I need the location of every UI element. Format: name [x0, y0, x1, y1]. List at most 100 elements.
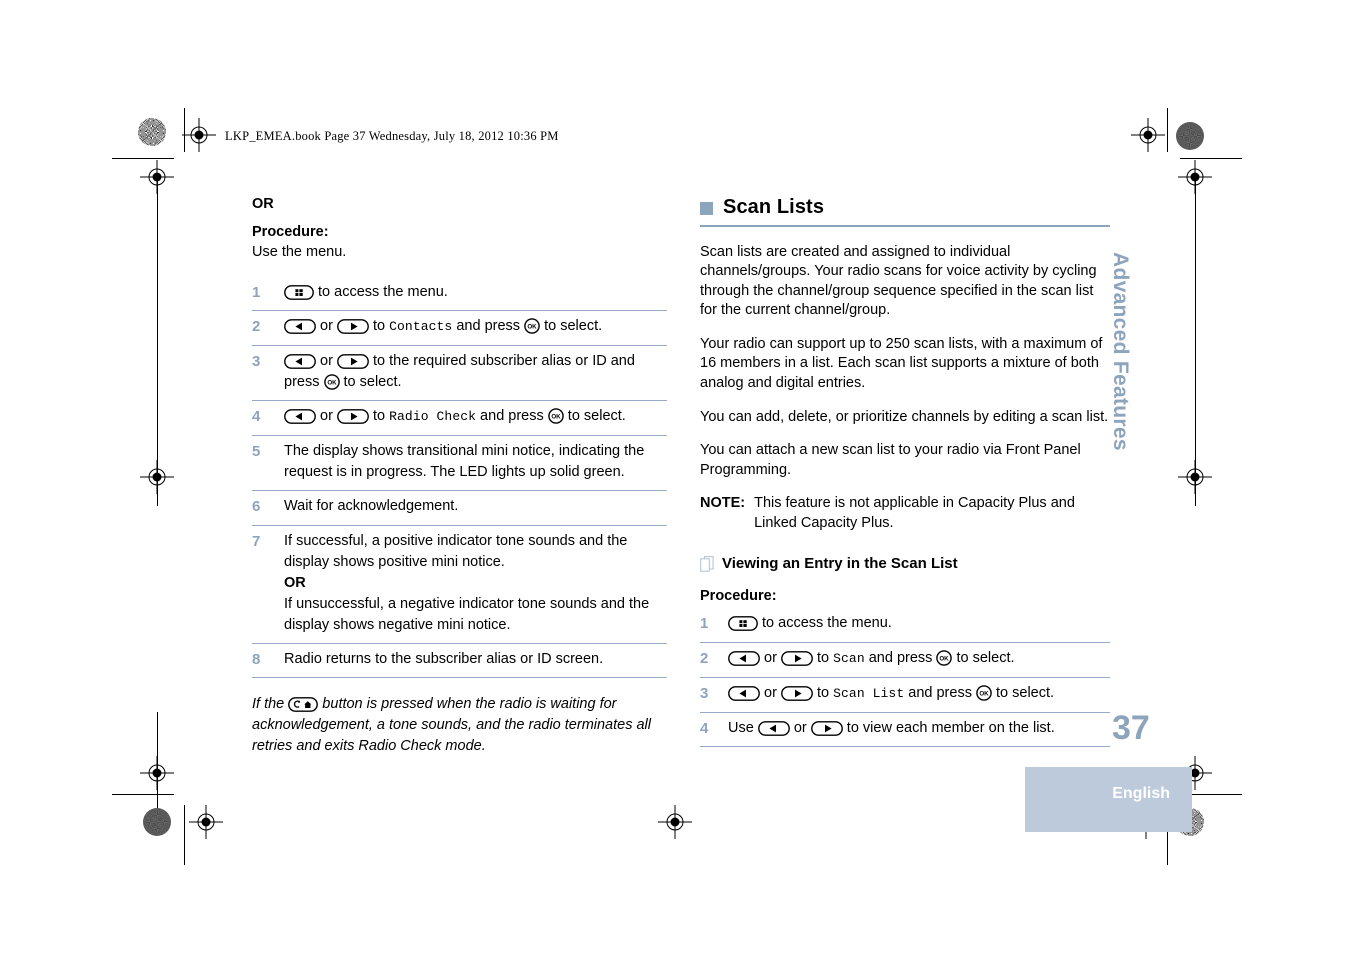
svg-text:OK: OK — [979, 690, 989, 697]
step-number: 2 — [700, 642, 726, 678]
step-text: If successful, a positive indicator tone… — [282, 525, 667, 644]
language-block: English — [1025, 767, 1192, 832]
procedure-step: 2 or to Scan and press OK to select. — [700, 642, 1110, 678]
halftone-dot-top-left — [138, 118, 166, 146]
ui-string: Scan List — [833, 685, 905, 701]
step-number: 4 — [700, 712, 726, 748]
right-arrow-key-icon — [337, 409, 369, 424]
ui-string: Radio Check — [389, 409, 477, 425]
step-text: Radio returns to the subscriber alias or… — [282, 643, 667, 679]
book-header-line: LKP_EMEA.book Page 37 Wednesday, July 18… — [225, 129, 559, 143]
procedure-intro: Use the menu. — [252, 244, 347, 260]
right-arrow-key-icon — [781, 685, 813, 701]
left-arrow-key-icon — [757, 720, 790, 736]
paragraph-1: Scan lists are created and assigned to i… — [700, 243, 1097, 319]
step-number: 3 — [252, 345, 282, 402]
left-arrow-key-icon — [284, 319, 316, 335]
crop-line-top-left-horizontal — [112, 158, 174, 159]
step-number: 8 — [252, 643, 282, 679]
procedure-step: 4 Use or to view each member on the list. — [700, 712, 1110, 748]
registration-target-top-right-inner — [1131, 118, 1165, 152]
procedure-step: 4 or to Radio Check and press OK to sele… — [252, 400, 667, 436]
right-steps-body: 1 to access the menu. 2 or to Scan and pr… — [700, 608, 1110, 748]
procedure-step: 1 to access the menu. — [252, 276, 667, 312]
right-arrow-key-icon — [781, 651, 813, 666]
side-tab-chapter-title: Advanced Features — [1109, 252, 1132, 451]
step-text: or to Scan List and press OK to select. — [726, 677, 1110, 713]
step-number: 4 — [252, 400, 282, 436]
ui-string: Contacts — [389, 319, 453, 335]
section-heading: Scan Lists — [700, 196, 1110, 219]
procedure-step: 3 or to Scan List and press OK to select… — [700, 677, 1110, 713]
left-arrow-key-icon — [728, 685, 760, 701]
subsection-heading: Viewing an Entry in the Scan List — [700, 555, 1110, 576]
svg-text:OK: OK — [551, 414, 561, 421]
ok-key-icon: OK — [547, 408, 564, 424]
procedure-step: 6 Wait for acknowledgement. — [252, 490, 667, 526]
stacked-pages-icon — [700, 556, 714, 577]
right-column: Scan Lists Scan lists are created and as… — [700, 196, 1110, 748]
back-home-key-icon — [288, 697, 319, 713]
step-text: to access the menu. — [726, 608, 1110, 644]
left-arrow-key-icon — [284, 409, 316, 424]
right-arrow-key-icon — [810, 720, 843, 736]
registration-target-right-middle — [1178, 460, 1212, 494]
registration-target-left-middle — [140, 460, 174, 494]
crop-line-top-right-vertical — [1167, 108, 1168, 152]
menu-key-icon — [284, 284, 314, 300]
halftone-dot-top-right — [1176, 122, 1204, 150]
language-label: English — [1112, 785, 1170, 802]
procedure-step: 2 or to Contacts and press OK to select. — [252, 310, 667, 347]
left-arrow-key-icon — [728, 651, 760, 666]
section-bullet-icon — [700, 202, 713, 215]
crop-line-bottom-left-horizontal — [112, 794, 174, 795]
step-text: or to Radio Check and press OK to select… — [282, 400, 667, 436]
left-column: OR Procedure: Use the menu. 1 to access … — [252, 196, 667, 758]
left-procedure-steps: 1 to access the menu. 2 or to Contacts an… — [252, 276, 667, 679]
crop-line-right-vertical — [1195, 176, 1196, 506]
registration-target-bottom-left-inner — [189, 805, 223, 839]
ui-string: Scan — [833, 651, 865, 667]
section-heading-rule — [700, 225, 1110, 227]
right-arrow-key-icon — [337, 354, 369, 369]
menu-key-icon — [728, 616, 758, 632]
paragraph-4: You can attach a new scan list to your r… — [700, 442, 1081, 478]
procedure-step: 3 or to the required subscriber alias or… — [252, 345, 667, 402]
crop-line-top-left-vertical — [184, 108, 185, 152]
step-text: to access the menu. — [282, 276, 667, 312]
ok-key-icon: OK — [524, 318, 540, 335]
right-procedure-steps: 1 to access the menu. 2 or to Scan and pr… — [700, 608, 1110, 748]
step-text: or to Scan and press OK to select. — [726, 642, 1110, 678]
step-number: 5 — [252, 435, 282, 491]
procedure-label: Procedure: — [252, 224, 329, 240]
step-text: Use or to view each member on the list. — [726, 712, 1110, 748]
ok-key-icon: OK — [936, 650, 953, 666]
step-number: 7 — [252, 525, 282, 644]
paragraph-3: You can add, delete, or prioritize chann… — [700, 408, 1109, 425]
svg-text:OK: OK — [527, 324, 537, 331]
ok-key-icon: OK — [976, 685, 992, 701]
step-text: The display shows transitional mini noti… — [282, 435, 667, 491]
or-label: OR — [252, 196, 274, 212]
crop-line-left-vertical — [157, 176, 158, 506]
note-text: This feature is not applicable in Capaci… — [754, 495, 1075, 531]
procedure-step: 7 If successful, a positive indicator ton… — [252, 525, 667, 644]
paragraph-2: Your radio can support up to 250 scan li… — [700, 335, 1103, 391]
radio-check-italic-note: If the button is pressed when the radio … — [252, 696, 651, 755]
left-steps-body: 1 to access the menu. 2 or to Contacts an… — [252, 276, 667, 679]
subsection-heading-text: Viewing an Entry in the Scan List — [722, 555, 958, 573]
halftone-dot-bottom-left — [143, 808, 171, 836]
note-label: NOTE: — [700, 495, 746, 512]
svg-text:OK: OK — [940, 656, 950, 663]
page-number: 37 — [1112, 709, 1150, 747]
section-heading-text: Scan Lists — [723, 196, 825, 218]
crop-line-bottom-left-vertical — [184, 805, 185, 865]
step-number: 6 — [252, 490, 282, 526]
crop-line-top-right-horizontal — [1180, 158, 1242, 159]
right-procedure-label: Procedure: — [700, 588, 777, 605]
procedure-step: 5 The display shows transitional mini not… — [252, 435, 667, 491]
registration-target-bottom-center — [658, 805, 692, 839]
step-text: Wait for acknowledgement. — [282, 490, 667, 526]
inline-or-label: OR — [284, 574, 306, 591]
step-number: 3 — [700, 677, 726, 713]
